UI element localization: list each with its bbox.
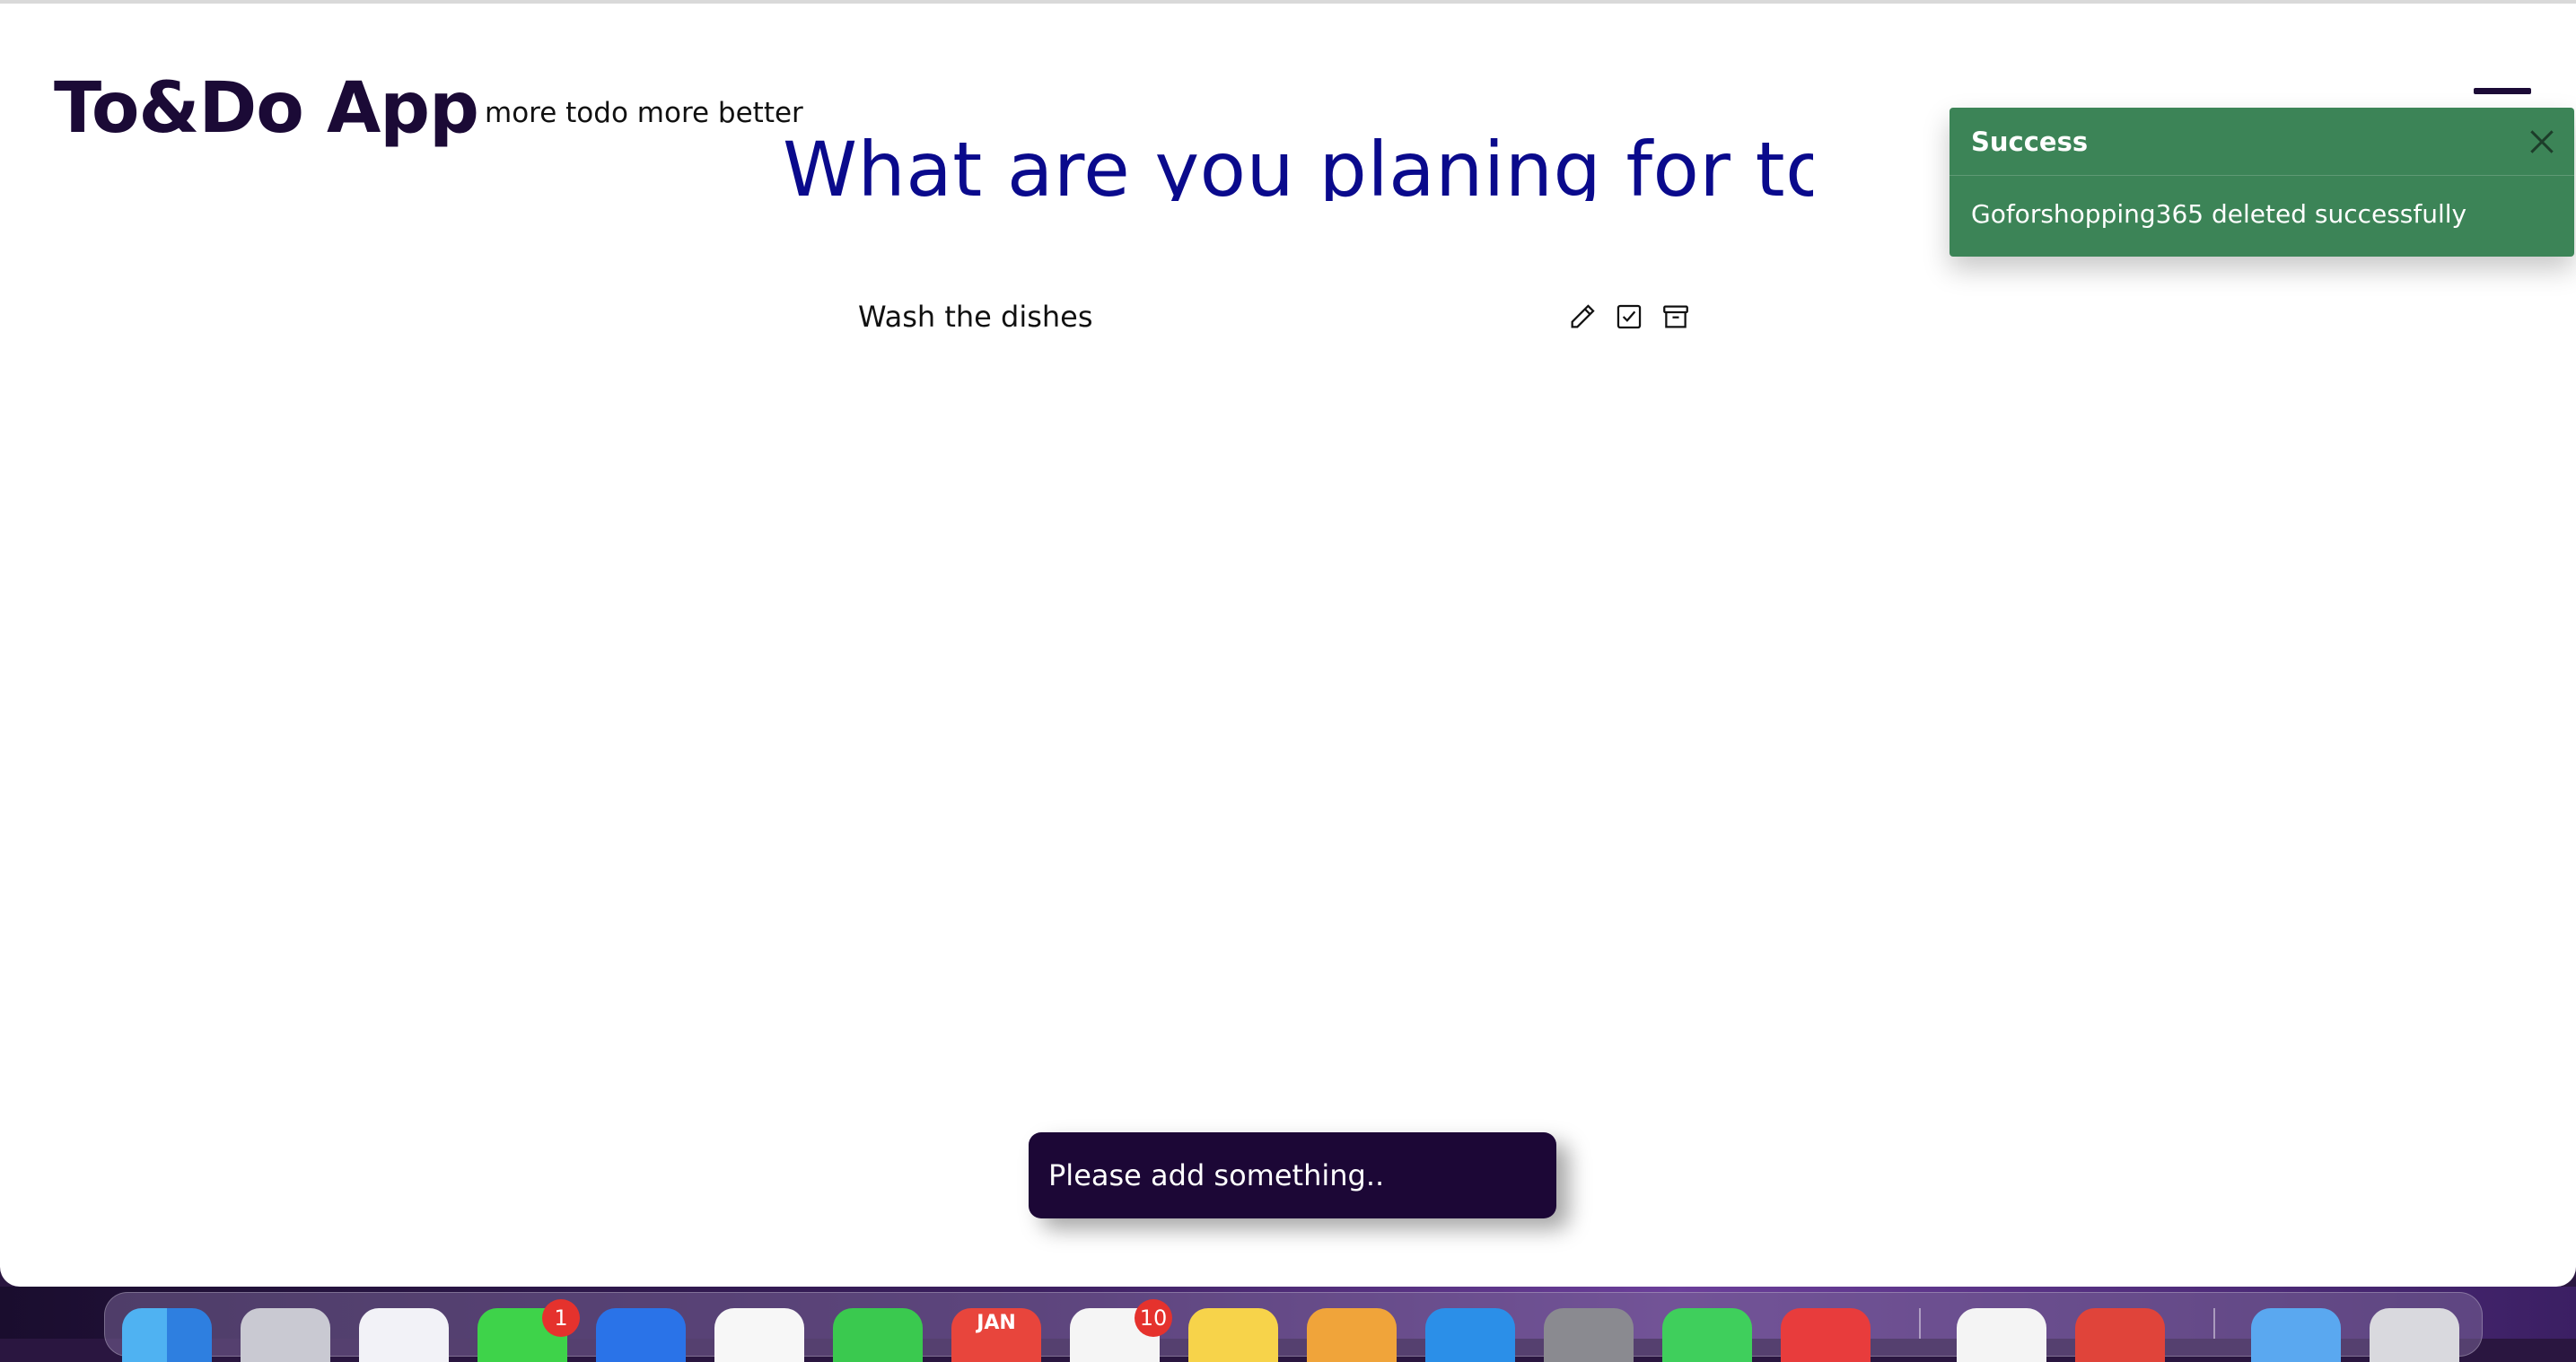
pencil-icon[interactable]	[1567, 301, 1598, 332]
photos-icon[interactable]	[714, 1308, 804, 1362]
facetime-icon[interactable]	[833, 1308, 923, 1362]
safari-icon[interactable]	[359, 1308, 449, 1362]
finder-icon[interactable]	[122, 1308, 212, 1362]
close-icon[interactable]	[2524, 124, 2560, 160]
pages-icon[interactable]	[1307, 1308, 1397, 1362]
reminders-badge: 10	[1135, 1299, 1172, 1337]
todo-item: Wash the dishes	[858, 291, 1702, 350]
checkbox-check-icon[interactable]	[1614, 301, 1644, 332]
game-app-icon[interactable]	[1781, 1308, 1871, 1362]
todo-text: Wash the dishes	[858, 300, 1093, 334]
browser-window: To&Do App more todo more better What are…	[0, 0, 2576, 1287]
dock-separator	[2213, 1308, 2215, 1339]
chrome-icon[interactable]	[2075, 1308, 2165, 1362]
launchpad-icon[interactable]	[241, 1308, 330, 1362]
archive-icon[interactable]	[1660, 301, 1691, 332]
todo-actions	[1567, 301, 1691, 332]
input-snackbar[interactable]: Please add something..	[1029, 1132, 1556, 1218]
settings-icon[interactable]	[1544, 1308, 1634, 1362]
menu-icon[interactable]	[2474, 88, 2531, 94]
mail-icon[interactable]	[596, 1308, 686, 1362]
toast-message: Goforshopping365 deleted successfully	[1971, 199, 2467, 229]
dock-separator	[1919, 1308, 1921, 1339]
snackbar-message: Please add something..	[1048, 1158, 1385, 1192]
calendar-month: JAN	[977, 1312, 1016, 1334]
headline-container: What are you planing for today?	[772, 100, 1813, 201]
app-brand[interactable]: To&Do App	[54, 68, 479, 149]
xcode-icon[interactable]	[1425, 1308, 1515, 1362]
page-headline: What are you planing for today?	[783, 126, 1813, 201]
folder-icon[interactable]	[2251, 1308, 2341, 1362]
toast-title: Success	[1971, 126, 2089, 157]
toast-header: Success	[1950, 108, 2574, 176]
messages-badge: 1	[542, 1299, 580, 1337]
notes-icon[interactable]	[1188, 1308, 1278, 1362]
trash-icon[interactable]	[2370, 1308, 2459, 1362]
vscode-icon[interactable]	[1957, 1308, 2046, 1362]
whatsapp-icon[interactable]	[1662, 1308, 1752, 1362]
app-tagline: more todo more better	[485, 97, 803, 129]
success-toast: Success Goforshopping365 deleted success…	[1950, 108, 2574, 257]
